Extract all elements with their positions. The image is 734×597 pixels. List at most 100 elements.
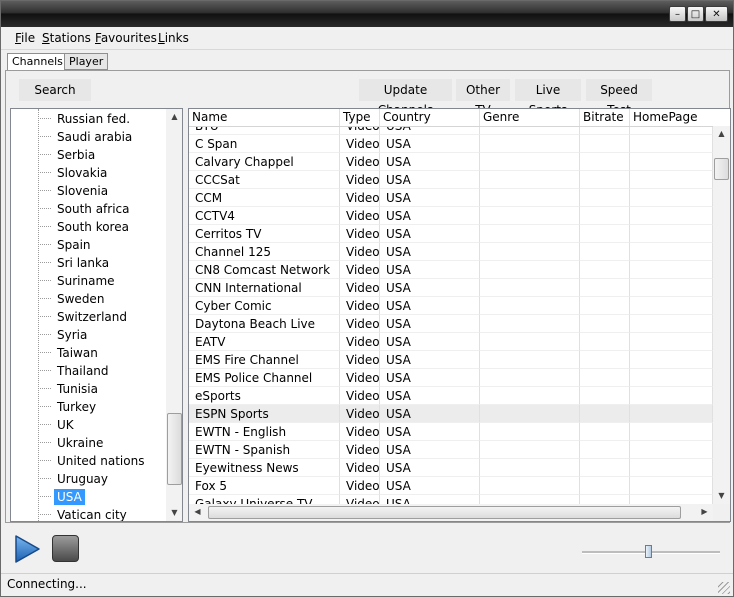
table-row[interactable]: EWTN - English Video USA: [189, 423, 713, 441]
tree-item[interactable]: Turkey: [11, 398, 166, 416]
tree-item[interactable]: Switzerland: [11, 308, 166, 326]
table-scroll-left-icon[interactable]: ◀: [189, 504, 206, 520]
tree-item[interactable]: United nations: [11, 452, 166, 470]
table-cell-homepage: [630, 351, 713, 369]
table-row[interactable]: Calvary Chappel Video USA: [189, 153, 713, 171]
table-hscroll-thumb[interactable]: [208, 506, 681, 519]
tree-scroll-up-icon[interactable]: ▲: [166, 109, 182, 125]
table-cell-genre: [480, 279, 580, 297]
table-cell-bitrate: [580, 297, 630, 315]
column-header-name[interactable]: Name: [189, 109, 340, 126]
table-cell-bitrate: [580, 225, 630, 243]
column-header-type[interactable]: Type: [340, 109, 380, 126]
resize-grip-icon[interactable]: [718, 582, 730, 594]
tree-item-label: Turkey: [57, 400, 97, 414]
table-cell-country: USA: [380, 135, 480, 153]
tree-connector: [38, 478, 51, 479]
table-cell-country: USA: [380, 171, 480, 189]
table-row[interactable]: ESPN Sports Video USA: [189, 405, 713, 423]
table-row[interactable]: Eyewitness News Video USA: [189, 459, 713, 477]
country-tree[interactable]: Russian fed. Saudi arabia Serbia Slovakia Sl…: [10, 108, 183, 522]
tree-item[interactable]: Sri lanka: [11, 254, 166, 272]
tree-item-label: Switzerland: [57, 310, 127, 324]
table-cell-homepage: [630, 171, 713, 189]
table-hscrollbar[interactable]: ◀ ▶: [189, 504, 713, 521]
maximize-button[interactable]: □: [687, 6, 704, 22]
table-row[interactable]: Cerritos TV Video USA: [189, 225, 713, 243]
table-scroll-down-icon[interactable]: ▼: [713, 488, 730, 504]
tree-item[interactable]: Vatican city: [11, 506, 166, 521]
table-cell-country: USA: [380, 441, 480, 459]
table-row[interactable]: Fox 5 Video USA: [189, 477, 713, 495]
tree-item[interactable]: USA: [11, 488, 166, 506]
tree-item[interactable]: Tunisia: [11, 380, 166, 398]
table-vscrollbar[interactable]: ▲ ▼: [713, 126, 730, 504]
tab-player[interactable]: Player: [64, 53, 109, 70]
tree-item[interactable]: Thailand: [11, 362, 166, 380]
column-header-genre[interactable]: Genre: [480, 109, 580, 126]
table-row[interactable]: CCCSat Video USA: [189, 171, 713, 189]
tree-item[interactable]: South korea: [11, 218, 166, 236]
table-row[interactable]: CCM Video USA: [189, 189, 713, 207]
column-header-bitrate[interactable]: Bitrate: [580, 109, 630, 126]
tree-item[interactable]: Syria: [11, 326, 166, 344]
table-row[interactable]: CCTV4 Video USA: [189, 207, 713, 225]
tree-scroll-down-icon[interactable]: ▼: [166, 505, 182, 521]
table-row[interactable]: eSports Video USA: [189, 387, 713, 405]
table-row[interactable]: CN8 Comcast Network Video USA: [189, 261, 713, 279]
update-channels-button[interactable]: Update Channels: [359, 79, 452, 117]
other-tv-button[interactable]: Other TV: [456, 79, 510, 117]
table-row[interactable]: C Span Video USA: [189, 135, 713, 153]
tree-item[interactable]: Suriname: [11, 272, 166, 290]
table-cell-bitrate: [580, 261, 630, 279]
tree-scrollbar[interactable]: ▲ ▼: [166, 109, 182, 521]
tree-item[interactable]: Slovakia: [11, 164, 166, 182]
menu-stations[interactable]: Stations: [42, 31, 91, 45]
table-scroll-up-icon[interactable]: ▲: [713, 126, 730, 142]
stop-button[interactable]: [52, 535, 79, 562]
menu-file[interactable]: File: [15, 31, 35, 45]
speed-test-button[interactable]: Speed Test: [586, 79, 652, 117]
table-row[interactable]: Channel 125 Video USA: [189, 243, 713, 261]
tab-channels[interactable]: Channels: [7, 53, 68, 71]
column-header-country[interactable]: Country: [380, 109, 480, 126]
table-header: Name Type Country Genre Bitrate HomePage: [189, 109, 730, 127]
table-row[interactable]: EMS Fire Channel Video USA: [189, 351, 713, 369]
tree-item[interactable]: Spain: [11, 236, 166, 254]
table-row[interactable]: CNN International Video USA: [189, 279, 713, 297]
table-row[interactable]: Galaxy Universe TV Video USA: [189, 495, 713, 504]
tree-item[interactable]: Taiwan: [11, 344, 166, 362]
tree-item[interactable]: UK: [11, 416, 166, 434]
table-row[interactable]: Daytona Beach Live Video USA: [189, 315, 713, 333]
tree-item[interactable]: Saudi arabia: [11, 128, 166, 146]
tree-item[interactable]: Slovenia: [11, 182, 166, 200]
table-row[interactable]: EMS Police Channel Video USA: [189, 369, 713, 387]
close-button[interactable]: ✕: [705, 6, 728, 22]
column-header-homepage[interactable]: HomePage: [630, 109, 730, 126]
tree-item[interactable]: Ukraine: [11, 434, 166, 452]
tree-item[interactable]: South africa: [11, 200, 166, 218]
tree-scroll-thumb[interactable]: [167, 413, 182, 485]
table-scroll-right-icon[interactable]: ▶: [696, 504, 713, 520]
menu-links[interactable]: Links: [158, 31, 189, 45]
table-cell-homepage: [630, 225, 713, 243]
volume-slider-thumb[interactable]: [645, 545, 652, 558]
search-button[interactable]: Search: [19, 79, 91, 101]
table-row[interactable]: EWTN - Spanish Video USA: [189, 441, 713, 459]
play-icon[interactable]: [13, 534, 41, 564]
table-cell-country: USA: [380, 261, 480, 279]
table-row[interactable]: EATV Video USA: [189, 333, 713, 351]
table-cell-name: EMS Fire Channel: [189, 351, 340, 369]
tree-item[interactable]: Russian fed.: [11, 110, 166, 128]
minimize-button[interactable]: –: [669, 6, 686, 22]
table-row[interactable]: Cyber Comic Video USA: [189, 297, 713, 315]
tree-item[interactable]: Serbia: [11, 146, 166, 164]
title-bar[interactable]: – □ ✕: [1, 1, 733, 27]
tree-item[interactable]: Sweden: [11, 290, 166, 308]
tree-item[interactable]: Uruguay: [11, 470, 166, 488]
menu-favourites[interactable]: Favourites: [95, 31, 157, 45]
table-vscroll-thumb[interactable]: [714, 158, 729, 180]
menu-file-label: ile: [21, 31, 36, 45]
live-sports-button[interactable]: Live Sports: [515, 79, 581, 117]
table-cell-country: USA: [380, 153, 480, 171]
